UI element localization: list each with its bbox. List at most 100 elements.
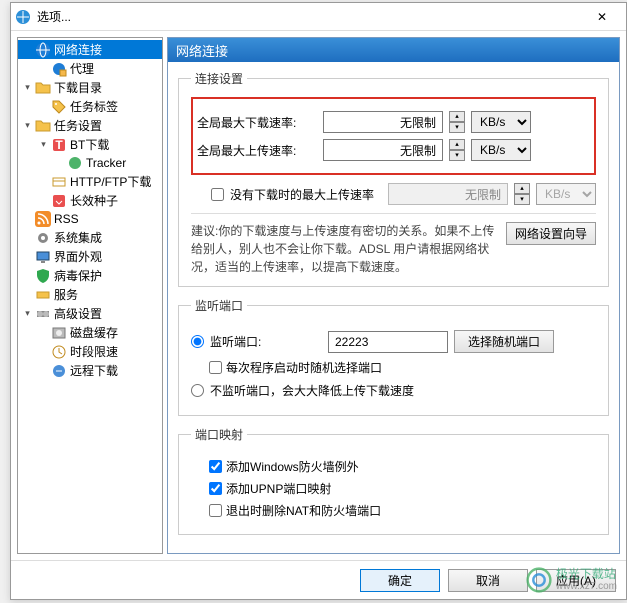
checkbox-nodl-upload[interactable] — [211, 188, 224, 201]
nav-tree[interactable]: 网络连接代理 ▾ 下载目录任务标签 ▾ 任务设置 ▾ T BT下载 Tracker HTTP/FT… — [17, 37, 163, 554]
expander-icon[interactable] — [38, 195, 49, 206]
group-port-mapping: 端口映射 添加Windows防火墙例外 添加UPNP端口映射 退出时删除NAT和… — [178, 426, 609, 535]
input-port[interactable] — [328, 331, 448, 353]
tree-item-ui[interactable]: 界面外观 — [18, 247, 162, 266]
options-dialog: 选项... ✕ 网络连接代理 ▾ 下载目录任务标签 ▾ 任务设置 ▾ T BT下载 Tracke… — [10, 2, 627, 600]
tree-item-proxy[interactable]: 代理 — [18, 59, 162, 78]
advice-text: 建议:你的下载速度与上传速度有密切的关系。如果不上传给别人，别人也不会让你下载。… — [191, 222, 496, 276]
tree-item-label: 病毒保护 — [54, 267, 102, 284]
http-icon — [51, 174, 67, 190]
tree-item-label: 界面外观 — [54, 248, 102, 265]
checkbox-upnp[interactable] — [209, 482, 222, 495]
expander-icon[interactable] — [38, 346, 49, 357]
tree-item-tracker[interactable]: Tracker — [18, 154, 162, 172]
tree-item-diskcache[interactable]: 磁盘缓存 — [18, 323, 162, 342]
expander-icon[interactable]: ▾ — [38, 139, 49, 150]
expander-icon[interactable] — [22, 289, 33, 300]
tree-item-label: 服务 — [54, 286, 78, 303]
group-listen-port: 监听端口 监听端口: 选择随机端口 每次程序启动时随机选择端口 不监听端口，会大… — [178, 297, 609, 416]
monitor-icon — [35, 249, 51, 265]
cancel-button[interactable]: 取消 — [448, 569, 528, 592]
expander-icon[interactable] — [54, 158, 65, 169]
network-wizard-button[interactable]: 网络设置向导 — [506, 222, 596, 245]
tree-item-virus[interactable]: 病毒保护 — [18, 266, 162, 285]
label-max-download: 全局最大下载速率: — [197, 114, 317, 131]
tree-item-label: 任务标签 — [70, 98, 118, 115]
apply-button[interactable]: 应用(A) — [536, 569, 616, 592]
expander-icon[interactable] — [22, 270, 33, 281]
checkbox-random-startup[interactable] — [209, 361, 222, 374]
expander-icon[interactable] — [22, 251, 33, 262]
folder-icon — [35, 80, 51, 96]
tag-icon — [51, 99, 67, 115]
close-icon: ✕ — [597, 10, 607, 24]
tree-item-remote[interactable]: 远程下载 — [18, 361, 162, 380]
unit-upload[interactable]: KB/s — [471, 139, 531, 161]
tree-item-label: 系统集成 — [54, 229, 102, 246]
tree-item-network[interactable]: 网络连接 — [18, 40, 162, 59]
expander-icon[interactable] — [38, 101, 49, 112]
expander-icon[interactable] — [38, 176, 49, 187]
checkbox-nat[interactable] — [209, 504, 222, 517]
window-title: 选项... — [37, 8, 582, 25]
tree-item-sysint[interactable]: 系统集成 — [18, 228, 162, 247]
expander-icon[interactable] — [22, 214, 33, 225]
close-button[interactable]: ✕ — [582, 3, 622, 31]
spinner-download[interactable]: ▴▾ — [449, 111, 465, 133]
radio-listen[interactable] — [191, 335, 204, 348]
remote-icon — [51, 363, 67, 379]
svg-text:T: T — [55, 138, 63, 152]
globe-proxy-icon — [51, 61, 67, 77]
label-upnp: 添加UPNP端口映射 — [226, 480, 331, 497]
tree-item-tasktag[interactable]: 任务标签 — [18, 97, 162, 116]
folder-task-icon — [35, 118, 51, 134]
dialog-footer: 确定 取消 应用(A) — [11, 560, 626, 599]
unit-nodl: KB/s — [536, 183, 596, 205]
tree-item-label: 高级设置 — [54, 305, 102, 322]
input-max-download[interactable] — [323, 111, 443, 133]
globe-icon — [35, 42, 51, 58]
tree-item-label: 长效种子 — [70, 192, 118, 209]
seed-icon — [51, 193, 67, 209]
tree-item-taskset[interactable]: ▾ 任务设置 — [18, 116, 162, 135]
tree-item-label: 任务设置 — [54, 117, 102, 134]
tree-item-label: Tracker — [86, 156, 126, 170]
ok-button[interactable]: 确定 — [360, 569, 440, 592]
input-max-upload[interactable] — [323, 139, 443, 161]
expander-icon[interactable] — [38, 63, 49, 74]
spinner-upload[interactable]: ▴▾ — [449, 139, 465, 161]
tree-item-bt[interactable]: ▾ T BT下载 — [18, 135, 162, 154]
unit-download[interactable]: KB/s — [471, 111, 531, 133]
expander-icon[interactable] — [22, 44, 33, 55]
random-port-button[interactable]: 选择随机端口 — [454, 330, 554, 353]
label-max-upload: 全局最大上传速率: — [197, 142, 317, 159]
highlight-box: 全局最大下载速率: ▴▾ KB/s 全局最大上传速率: ▴▾ KB/s — [191, 97, 596, 175]
expander-icon[interactable] — [38, 365, 49, 376]
label-listen-port: 监听端口: — [210, 333, 322, 350]
expander-icon[interactable] — [22, 232, 33, 243]
radio-no-listen[interactable] — [191, 384, 204, 397]
tree-item-dldir[interactable]: ▾ 下载目录 — [18, 78, 162, 97]
title-bar[interactable]: 选项... ✕ — [11, 3, 626, 31]
adv-icon — [35, 306, 51, 322]
tree-item-advanced[interactable]: ▾ 高级设置 — [18, 304, 162, 323]
checkbox-firewall[interactable] — [209, 460, 222, 473]
tree-item-label: 下载目录 — [54, 79, 102, 96]
tree-item-label: HTTP/FTP下载 — [70, 173, 151, 190]
label-no-listen: 不监听端口，会大大降低上传下载速度 — [210, 382, 414, 399]
tree-item-label: BT下载 — [70, 136, 109, 153]
main-panel: 网络连接 连接设置 全局最大下载速率: ▴▾ KB/s 全局最大上传速率: — [167, 37, 620, 554]
expander-icon[interactable] — [38, 327, 49, 338]
tree-item-longseed[interactable]: 长效种子 — [18, 191, 162, 210]
tree-item-label: RSS — [54, 212, 79, 226]
label-nat: 退出时删除NAT和防火墙端口 — [226, 502, 381, 519]
expander-icon[interactable]: ▾ — [22, 308, 33, 319]
tree-item-service[interactable]: 服务 — [18, 285, 162, 304]
clock-icon — [51, 344, 67, 360]
tree-item-rss[interactable]: RSS — [18, 210, 162, 228]
expander-icon[interactable]: ▾ — [22, 82, 33, 93]
panel-title: 网络连接 — [168, 38, 619, 62]
tree-item-speedlimit[interactable]: 时段限速 — [18, 342, 162, 361]
expander-icon[interactable]: ▾ — [22, 120, 33, 131]
tree-item-httpftp[interactable]: HTTP/FTP下载 — [18, 172, 162, 191]
